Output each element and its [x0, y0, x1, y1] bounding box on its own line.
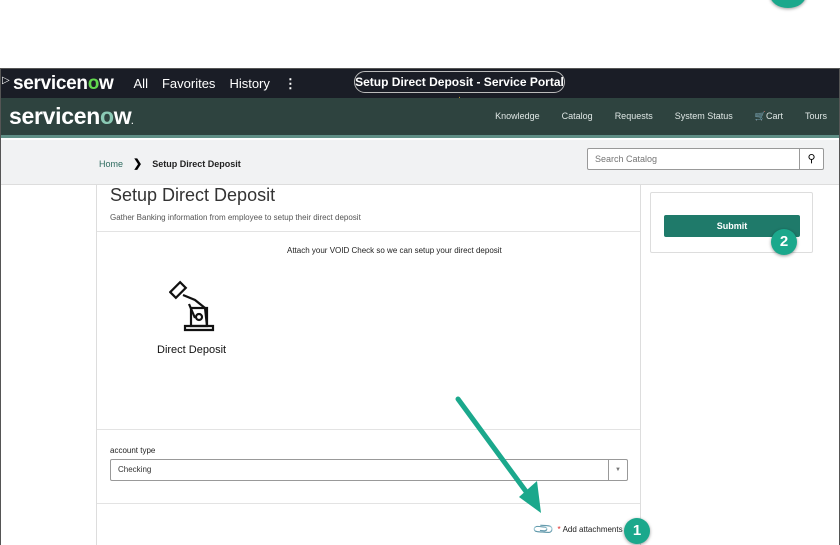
annotation-badge-2: 2: [771, 229, 797, 255]
annotation-badge-1: 1: [624, 518, 650, 544]
annotation-arrow: [455, 396, 541, 513]
browser-frame: ▷ servicenow All Favorites History ⋮ Set…: [0, 68, 840, 545]
partial-annotation-badge: [770, 0, 806, 8]
